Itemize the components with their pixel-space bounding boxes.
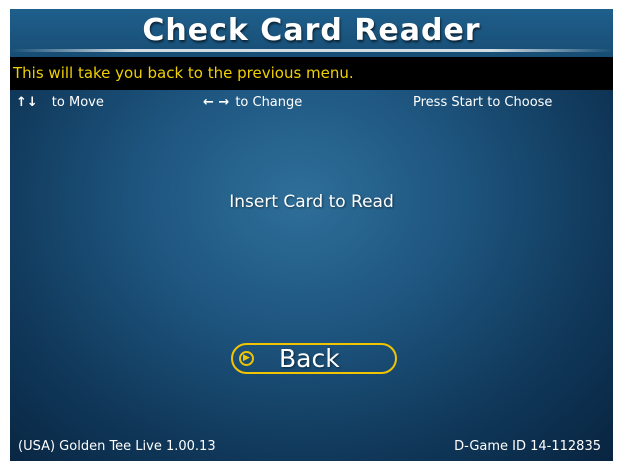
back-button-label: Back: [279, 344, 340, 373]
move-hint: ↑↓ to Move: [16, 95, 104, 110]
game-id: D-Game ID 14-112835: [454, 439, 601, 454]
back-button[interactable]: ▶ Back: [231, 343, 397, 374]
play-circle-icon: ▶: [239, 351, 254, 366]
title-underline: [10, 49, 613, 52]
page-title: Check Card Reader: [142, 13, 481, 48]
screen: Check Card Reader This will take you bac…: [10, 9, 613, 461]
choose-hint: Press Start to Choose: [413, 95, 553, 110]
insert-card-message: Insert Card to Read: [229, 192, 394, 212]
change-hint: ← → to Change: [203, 95, 302, 110]
help-text: This will take you back to the previous …: [13, 64, 354, 82]
controls-hint-row: ↑↓ to Move ← → to Change Press Start to Ch…: [10, 95, 613, 115]
version-info: (USA) Golden Tee Live 1.00.13: [18, 439, 216, 454]
title-bar: Check Card Reader: [10, 9, 613, 57]
left-right-arrows-icon: ← →: [203, 95, 230, 110]
help-bar: This will take you back to the previous …: [10, 57, 613, 90]
move-hint-label: to Move: [51, 95, 104, 110]
change-hint-label: to Change: [235, 95, 303, 110]
up-down-arrows-icon: ↑↓: [16, 95, 38, 110]
